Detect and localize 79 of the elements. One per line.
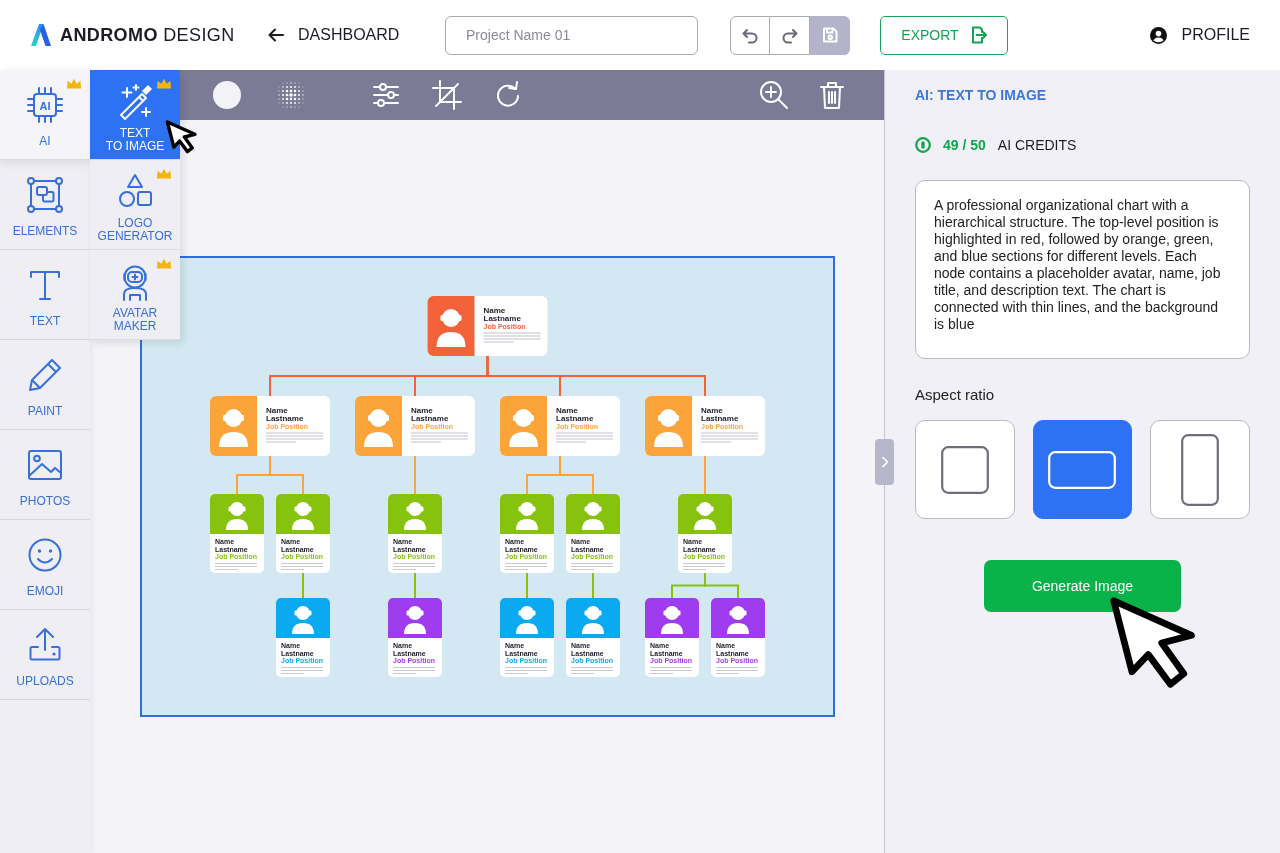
submenu-item[interactable]: LOGO GENERATOR	[90, 160, 180, 250]
connector-line	[413, 455, 416, 495]
project-name-field[interactable]: Project Name 01	[445, 15, 698, 55]
logo-icon	[30, 23, 52, 47]
description-lines-drawing	[280, 563, 323, 570]
node-name: Name	[700, 406, 723, 415]
description-lines-drawing	[392, 563, 435, 570]
redo-button[interactable]	[770, 15, 810, 55]
sidebar-item[interactable]: ELEMENTS	[0, 160, 90, 250]
credits-label: AI CREDITS	[997, 136, 1077, 154]
collapse-handle[interactable]	[875, 439, 894, 485]
arrow-left-icon	[268, 28, 284, 42]
dashboard-link[interactable]: DASHBOARD	[268, 23, 445, 47]
node-lastname: Lastname	[700, 414, 738, 423]
node-lastname: Lastname	[265, 414, 303, 423]
description-lines-drawing	[570, 563, 613, 570]
description-lines-drawing	[715, 667, 758, 674]
connector-line	[591, 572, 594, 599]
cursor-icon	[165, 120, 199, 154]
description-lines-drawing	[392, 667, 435, 674]
chevron-right-icon	[880, 456, 889, 468]
sidebar-item[interactable]: EMOJI	[0, 520, 90, 610]
export-button[interactable]: EXPORT	[880, 15, 1008, 55]
submenu-item[interactable]: TEXT TO IMAGE	[90, 70, 180, 160]
shapes-frame-icon	[25, 175, 65, 215]
node-name: Name	[410, 406, 433, 415]
generate-image-button[interactable]: Generate Image	[984, 560, 1181, 612]
panel-title: AI: TEXT TO IMAGE	[915, 86, 1048, 104]
sidebar-item[interactable]: AI AI	[0, 70, 90, 160]
submenu-item[interactable]: AVATAR MAKER	[90, 250, 180, 340]
node-name: Name	[555, 406, 578, 415]
node-name: Name	[483, 306, 505, 315]
aspect-ratio-label: Aspect ratio	[915, 386, 996, 404]
halftone-dots-icon[interactable]	[275, 79, 307, 111]
connector-line	[268, 455, 304, 495]
description-lines-drawing	[504, 667, 547, 674]
connector-line	[413, 572, 416, 599]
connector-line	[703, 455, 706, 495]
description-lines-drawing	[682, 563, 725, 570]
logo-text: ANDROMO DESIGN	[60, 23, 235, 47]
square-outline-icon	[940, 445, 989, 494]
coin-icon	[915, 137, 931, 153]
connector-line	[558, 455, 594, 495]
description-lines-drawing	[570, 667, 613, 674]
description-lines-drawing	[214, 563, 257, 570]
description-lines-drawing	[504, 563, 547, 570]
prompt-field[interactable]: A professional organizational chart with a hierarchical structure. The top-level position is highlighted in red, followed by orange, green, and blue sections for different levels. Each node contains a placeholder avatar, name, job title, and description text. The chart is connected with thin lines, and the background is blue	[915, 180, 1250, 359]
aspect-ratio-option[interactable]	[915, 420, 1015, 519]
description-lines-drawing	[700, 432, 758, 443]
connector-line	[301, 572, 304, 599]
sidebar-item[interactable]: UPLOADS	[0, 610, 90, 700]
sidebar-item[interactable]: TEXT	[0, 250, 90, 340]
color-swatch-icon[interactable]	[211, 79, 243, 111]
crop-icon[interactable]	[431, 79, 463, 111]
sidebar-item[interactable]: PAINT	[0, 340, 90, 430]
description-lines-drawing	[649, 667, 692, 674]
node-name: Name	[265, 406, 288, 415]
wide-rectangle-icon	[1048, 450, 1117, 489]
connector-line	[525, 572, 528, 599]
export-icon	[970, 26, 987, 44]
node-lastname: Lastname	[555, 414, 593, 423]
aspect-ratio-option[interactable]	[1032, 420, 1133, 519]
description-lines-drawing	[265, 432, 323, 443]
description-lines-drawing	[482, 332, 541, 343]
node-lastname: Lastname	[410, 414, 448, 423]
profile-button[interactable]: PROFILE	[1149, 23, 1250, 47]
sidebar-item[interactable]: PHOTOS	[0, 430, 90, 520]
credits-count: 49 / 50	[943, 136, 986, 154]
floppy-disk-icon	[820, 25, 839, 45]
user-circle-icon	[1149, 26, 1167, 44]
description-lines-drawing	[410, 432, 468, 443]
description-lines-drawing	[280, 667, 323, 674]
undo-button[interactable]	[730, 15, 770, 55]
aspect-ratio-option[interactable]	[1150, 420, 1250, 519]
zoom-in-icon[interactable]	[758, 79, 790, 111]
description-lines-drawing	[555, 432, 613, 443]
connector-line	[703, 572, 739, 599]
tall-rectangle-icon	[1181, 433, 1220, 506]
node-lastname: Lastname	[483, 314, 521, 323]
